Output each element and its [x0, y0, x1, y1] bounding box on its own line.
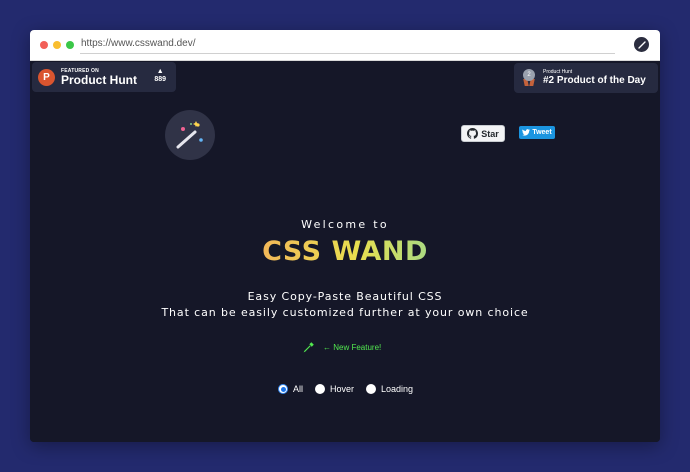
tweet-label: Tweet [532, 129, 552, 136]
radio-unchecked-icon[interactable] [315, 384, 326, 394]
browser-window: https://www.csswand.dev/ P FEATURED ON P… [30, 30, 660, 442]
twitter-bird-icon [522, 129, 531, 136]
minimize-window-dot[interactable] [53, 41, 61, 49]
filter-option-loading[interactable]: Loading [366, 384, 413, 394]
github-icon [467, 128, 479, 139]
maximize-window-dot[interactable] [66, 41, 74, 49]
medal-number: 2 [523, 69, 535, 81]
browser-titlebar: https://www.csswand.dev/ [30, 30, 660, 61]
page-content: P FEATURED ON Product Hunt ▲ 889 2 Produ… [30, 61, 660, 442]
color-picker-icon [303, 342, 314, 353]
wand-extension-icon[interactable] [634, 37, 649, 52]
new-feature-label: ← New Feature! [323, 343, 382, 352]
tagline-primary: Easy Copy-Paste Beautiful CSS [247, 290, 443, 303]
address-bar-url[interactable]: https://www.csswand.dev/ [81, 38, 196, 49]
github-star-button[interactable]: Star [461, 125, 505, 142]
filter-option-hover[interactable]: Hover [315, 384, 354, 394]
address-bar-underline [80, 53, 615, 54]
new-feature-link[interactable]: ← New Feature! [302, 341, 381, 354]
product-of-the-day-badge[interactable]: 2 Product Hunt #2 Product of the Day [514, 63, 658, 93]
upvote-count: 889 [154, 76, 166, 83]
medal-icon: 2 [522, 69, 536, 87]
category-filter: All Hover Loading [278, 384, 425, 394]
upvote-arrow-icon: ▲ [156, 68, 164, 75]
tagline-secondary: That can be easily customized further at… [161, 306, 529, 319]
filter-label-hover: Hover [330, 384, 355, 394]
tweet-button[interactable]: Tweet [519, 126, 555, 139]
radio-checked-icon[interactable] [278, 384, 288, 394]
welcome-heading: Welcome to [301, 218, 389, 231]
close-window-dot[interactable] [40, 41, 48, 49]
filter-label-all: All [293, 384, 304, 394]
filter-label-loading: Loading [381, 384, 414, 394]
css-wand-logo-icon [165, 110, 215, 160]
github-star-label: Star [481, 128, 499, 139]
filter-option-all[interactable]: All [278, 384, 303, 394]
product-hunt-featured-badge[interactable]: P FEATURED ON Product Hunt ▲ 889 [32, 62, 176, 92]
upvote-counter: ▲ 889 [154, 68, 166, 83]
product-hunt-logo-icon: P [38, 68, 55, 86]
award-title: #2 Product of the Day [543, 75, 646, 86]
page-title: CSS WAND [30, 236, 660, 267]
radio-unchecked-icon[interactable] [366, 384, 377, 394]
product-hunt-label: Product Hunt [61, 73, 137, 87]
